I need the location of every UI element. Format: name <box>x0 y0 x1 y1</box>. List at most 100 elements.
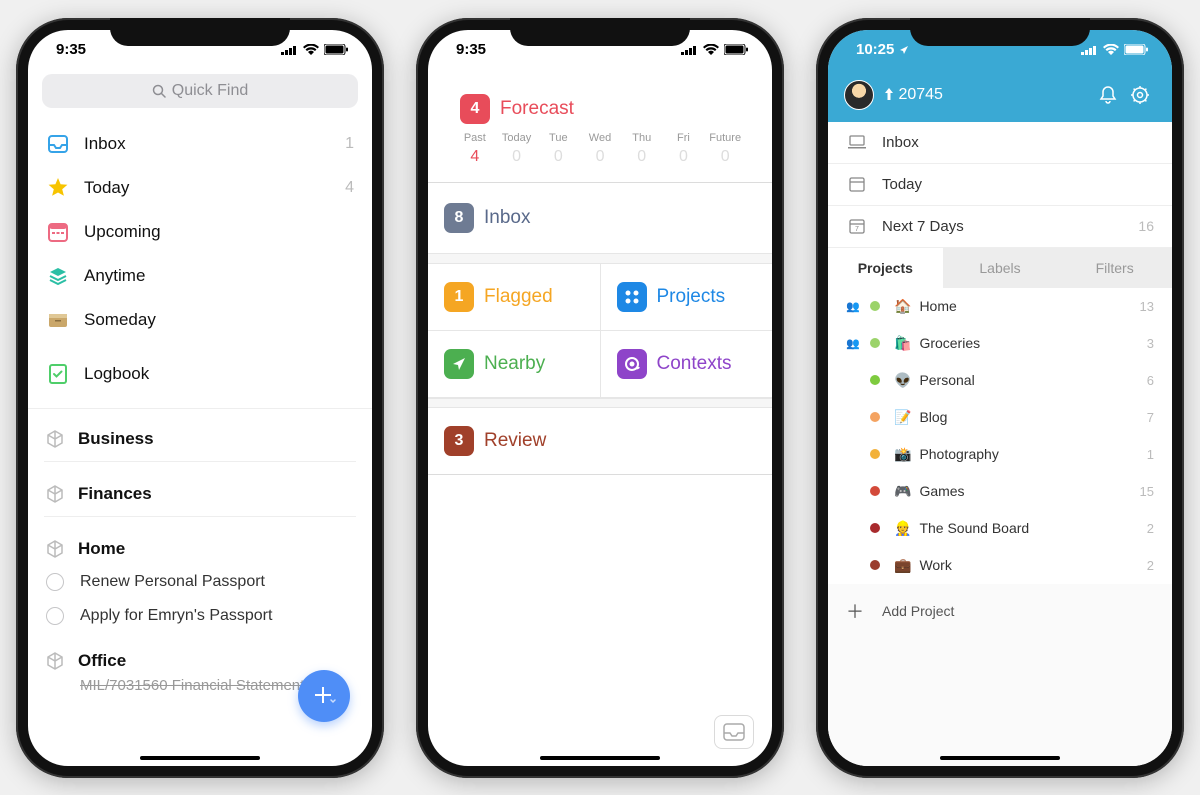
inbox-badge: 8 <box>444 203 474 233</box>
plus-icon <box>311 683 337 709</box>
location-icon <box>899 45 909 55</box>
star-icon <box>46 176 70 200</box>
cube-icon <box>46 430 64 448</box>
sidebar-item-anytime[interactable]: Anytime <box>28 254 372 298</box>
nav-inbox[interactable]: Inbox <box>828 122 1172 164</box>
count-badge: 3 <box>1147 336 1154 351</box>
project-emoji: 📝 <box>894 409 911 426</box>
tile-review[interactable]: 3 Review <box>428 408 772 475</box>
project-emoji: 💼 <box>894 557 911 574</box>
forecast-badge: 4 <box>460 94 490 124</box>
tab-labels[interactable]: Labels <box>943 248 1058 288</box>
tile-contexts[interactable]: Contexts <box>601 331 773 397</box>
forecast-day[interactable]: Today0 <box>496 132 538 166</box>
project-label: Games <box>919 483 1139 499</box>
checkbox[interactable] <box>46 607 64 625</box>
svg-text:7: 7 <box>855 226 859 233</box>
forecast-day[interactable]: Future0 <box>704 132 746 166</box>
add-project-button[interactable]: ＋ Add Project <box>828 584 1172 638</box>
tile-projects[interactable]: Projects <box>601 264 773 330</box>
task-row[interactable]: Renew Personal Passport <box>28 565 372 599</box>
count-badge: 16 <box>1138 218 1154 234</box>
count-badge: 6 <box>1147 373 1154 388</box>
count-badge: 1 <box>345 135 354 153</box>
settings-button[interactable] <box>1124 85 1156 105</box>
project-row[interactable]: 📝Blog7 <box>828 399 1172 436</box>
tile-inbox[interactable]: 8 Inbox <box>428 183 772 254</box>
notifications-button[interactable] <box>1092 85 1124 105</box>
checkbox[interactable] <box>46 573 64 591</box>
tile-forecast[interactable]: 4 Forecast Past4 Today0 Tue0 Wed0 Thu0 F… <box>428 72 772 183</box>
project-row[interactable]: 👥🏠Home13 <box>828 288 1172 325</box>
contexts-icon <box>617 349 647 379</box>
project-dot <box>870 412 880 422</box>
project-label: Home <box>919 298 1139 314</box>
project-dot <box>870 560 880 570</box>
drawer-icon <box>46 308 70 332</box>
project-row[interactable]: 💼Work2 <box>828 547 1172 584</box>
count-badge: 1 <box>1147 447 1154 462</box>
plus-icon: ＋ <box>846 598 866 624</box>
calendar-icon <box>46 220 70 244</box>
sidebar-item-inbox[interactable]: Inbox 1 <box>28 122 372 166</box>
project-emoji: 👷 <box>894 520 911 537</box>
avatar[interactable] <box>844 80 874 110</box>
cube-icon <box>46 485 64 503</box>
project-dot <box>870 338 880 348</box>
forecast-day[interactable]: Tue0 <box>537 132 579 166</box>
sidebar-item-logbook[interactable]: Logbook <box>28 352 372 396</box>
cube-icon <box>46 540 64 558</box>
logbook-icon <box>46 362 70 386</box>
task-row[interactable]: Apply for Emryn's Passport <box>28 599 372 633</box>
project-emoji: 🛍️ <box>894 335 911 352</box>
project-dot <box>870 523 880 533</box>
project-emoji: 📸 <box>894 446 911 463</box>
sidebar-item-someday[interactable]: Someday <box>28 298 372 342</box>
sidebar-item-upcoming[interactable]: Upcoming <box>28 210 372 254</box>
battery-icon <box>724 44 748 55</box>
nav-today[interactable]: Today <box>828 164 1172 206</box>
quick-inbox-button[interactable] <box>714 715 754 749</box>
signal-icon <box>281 45 298 55</box>
area-finances[interactable]: Finances <box>28 468 372 510</box>
tab-filters[interactable]: Filters <box>1057 248 1172 288</box>
project-row[interactable]: 👷The Sound Board2 <box>828 510 1172 547</box>
project-dot <box>870 449 880 459</box>
projects-icon <box>617 282 647 312</box>
shared-icon: 👥 <box>846 337 860 350</box>
area-business[interactable]: Business <box>28 413 372 455</box>
project-row[interactable]: 📸Photography1 <box>828 436 1172 473</box>
omnifocus-screen: 9:35 4 Forecast Past4 Today0 Tue0 Wed0 T… <box>428 30 772 766</box>
project-row[interactable]: 👽Personal6 <box>828 362 1172 399</box>
forecast-days: Past4 Today0 Tue0 Wed0 Thu0 Fri0 Future0 <box>444 132 756 174</box>
project-emoji: 🎮 <box>894 483 911 500</box>
forecast-day[interactable]: Thu0 <box>621 132 663 166</box>
forecast-day[interactable]: Fri0 <box>663 132 705 166</box>
search-input[interactable]: Quick Find <box>42 74 358 108</box>
project-row[interactable]: 🎮Games15 <box>828 473 1172 510</box>
tile-nearby[interactable]: Nearby <box>428 331 601 397</box>
calendar-today-icon <box>846 176 868 192</box>
project-label: Personal <box>919 372 1146 388</box>
tab-projects[interactable]: Projects <box>828 248 943 288</box>
forecast-day[interactable]: Wed0 <box>579 132 621 166</box>
add-button[interactable] <box>298 670 350 722</box>
project-emoji: 🏠 <box>894 298 911 315</box>
tile-flagged[interactable]: 1 Flagged <box>428 264 601 330</box>
signal-icon <box>681 45 698 55</box>
status-time: 10:25 <box>856 41 894 58</box>
project-label: Blog <box>919 409 1146 425</box>
search-icon <box>152 84 166 98</box>
wifi-icon <box>703 44 719 55</box>
nav-next7[interactable]: 7 Next 7 Days 16 <box>828 206 1172 248</box>
sidebar-item-today[interactable]: Today 4 <box>28 166 372 210</box>
karma-score[interactable]: 20745 <box>884 86 1092 104</box>
battery-icon <box>324 44 348 55</box>
project-dot <box>870 375 880 385</box>
project-row[interactable]: 👥🛍️Groceries3 <box>828 325 1172 362</box>
count-badge: 2 <box>1147 521 1154 536</box>
tabs: Projects Labels Filters <box>828 248 1172 288</box>
cube-icon <box>46 652 64 670</box>
forecast-day-past[interactable]: Past4 <box>454 132 496 166</box>
area-home[interactable]: Home <box>28 523 372 565</box>
